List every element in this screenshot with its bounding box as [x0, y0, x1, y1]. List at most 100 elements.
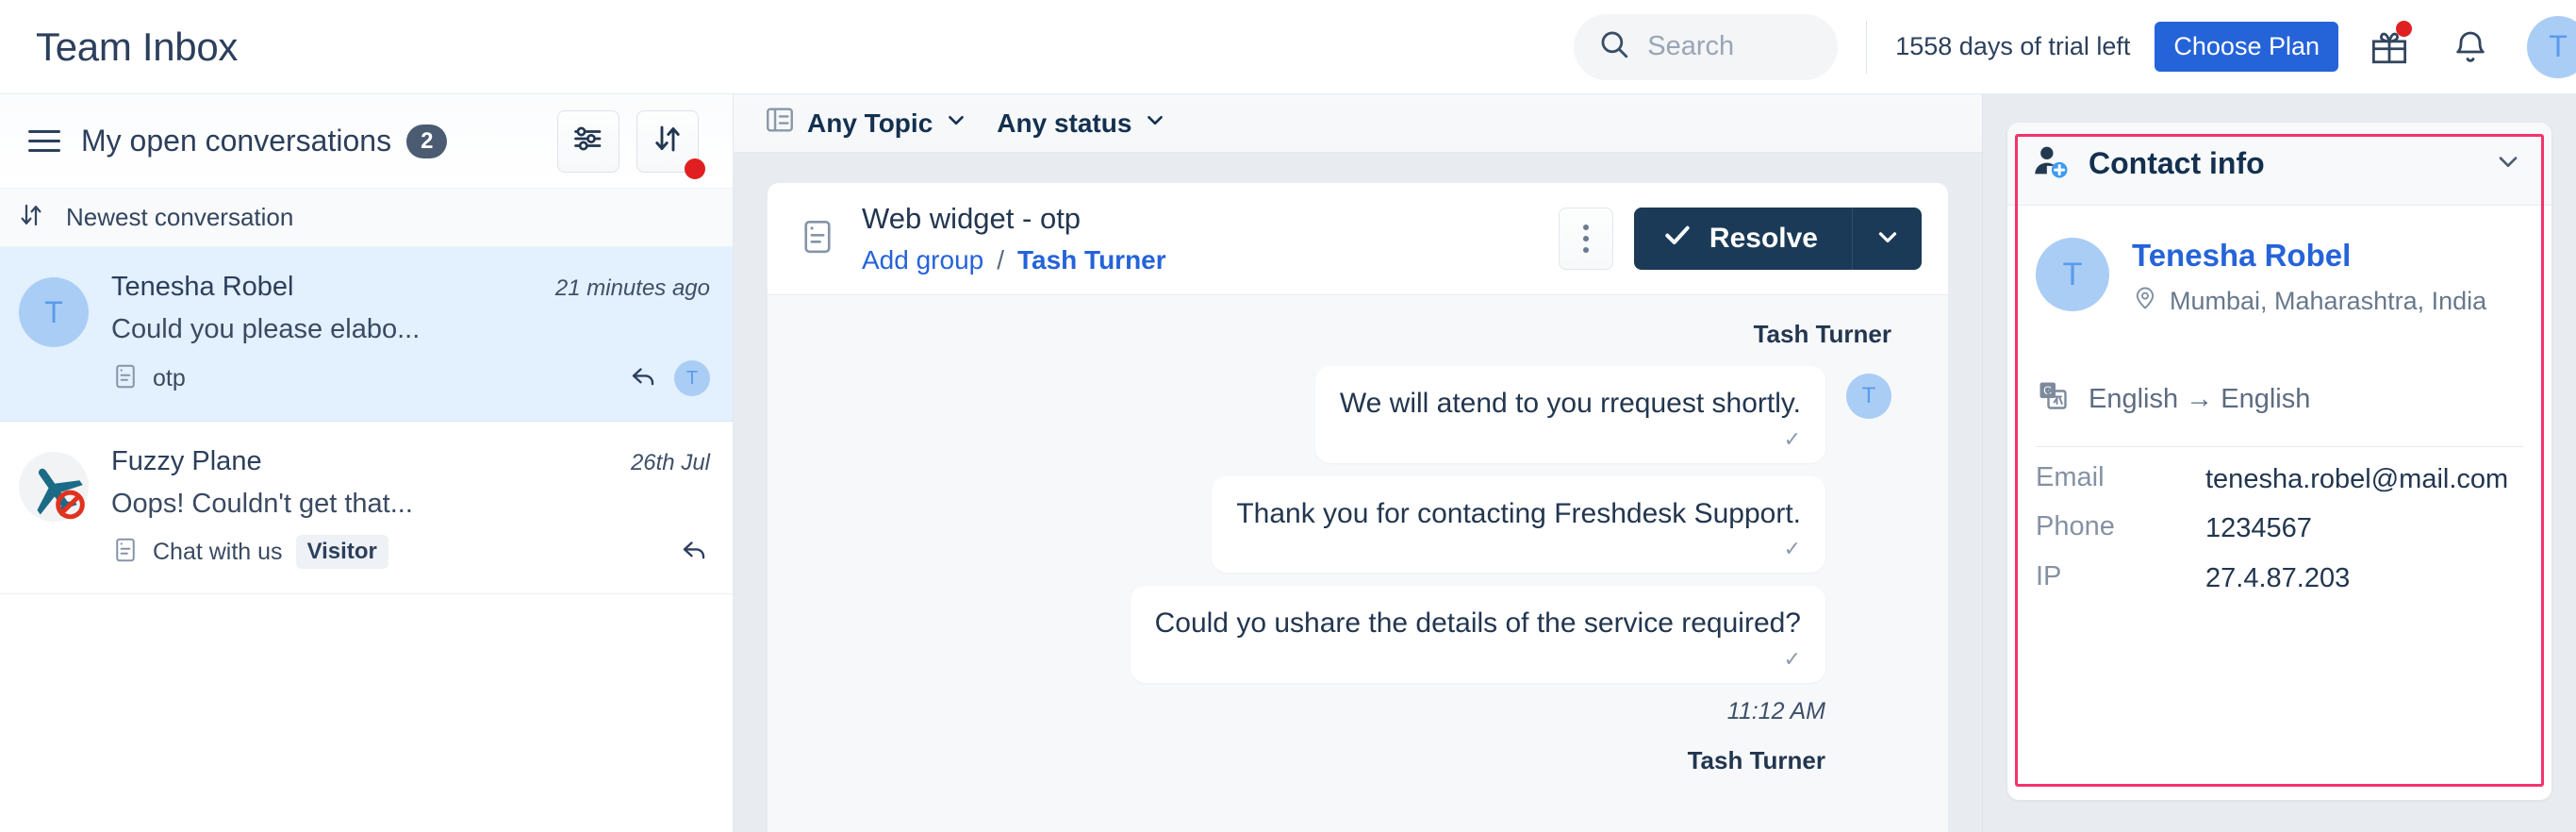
- reply-arrow-icon: [627, 362, 659, 395]
- contact-field-row: Email tenesha.robel@mail.com: [2007, 447, 2551, 496]
- filter-label: Any status: [997, 108, 1132, 138]
- conversation-panel: Web widget - otp Add group / Tash Turner: [768, 183, 1948, 832]
- message-text: We will atend to you rrequest shortly.: [1339, 388, 1801, 419]
- contact-name-link[interactable]: Tenesha Robel: [2132, 238, 2486, 274]
- language-row[interactable]: G English → English: [2007, 378, 2551, 420]
- message-author: Tash Turner: [1753, 320, 1891, 348]
- status-badge: Visitor: [295, 535, 388, 569]
- list-item[interactable]: T Tenesha Robel 21 minutes ago Could you…: [0, 247, 733, 422]
- user-avatar[interactable]: T: [2527, 15, 2576, 78]
- hamburger-menu-icon[interactable]: [28, 130, 60, 152]
- chevron-down-icon: [1874, 223, 1902, 256]
- delivered-check-icon: ✓: [1783, 646, 1801, 671]
- topic-icon: [764, 104, 796, 142]
- search-input[interactable]: Search: [1574, 13, 1839, 80]
- conversation-header-text: Web widget - otp Add group / Tash Turner: [862, 202, 1166, 275]
- sidebar-header: My open conversations 2: [0, 94, 733, 189]
- sidebar-title: My open conversations: [81, 124, 392, 158]
- contact-summary: T Tenesha Robel Mumbai, Maharashtra, Ind…: [2007, 206, 2551, 318]
- conversation-list: T Tenesha Robel 21 minutes ago Could you…: [0, 247, 733, 832]
- dot-icon: [1582, 236, 1589, 241]
- filter-button[interactable]: [557, 109, 619, 173]
- sort-button[interactable]: [636, 109, 705, 179]
- assignee-link[interactable]: Tash Turner: [1017, 245, 1166, 275]
- add-contact-icon: [2032, 142, 2070, 185]
- avatar: [19, 452, 89, 522]
- filter-any-status[interactable]: Any status: [997, 108, 1167, 139]
- field-value[interactable]: 27.4.87.203: [2205, 561, 2350, 595]
- sliders-icon: [571, 122, 605, 160]
- bell-icon[interactable]: [2440, 17, 2501, 77]
- contact-summary-text: Tenesha Robel Mumbai, Maharashtra, India: [2132, 238, 2486, 318]
- contact-name: Fuzzy Plane: [111, 446, 262, 476]
- avatar: T: [19, 277, 89, 347]
- filter-any-topic[interactable]: Any Topic: [764, 104, 968, 142]
- top-bar: Team Inbox Search 1558 days of trial lef…: [0, 0, 2576, 94]
- resolve-label: Resolve: [1709, 223, 1818, 254]
- message-bubble: Thank you for contacting Freshdesk Suppo…: [1212, 475, 1825, 573]
- message-bubbles: We will atend to you rrequest shortly. ✓…: [1130, 366, 1825, 683]
- trial-status-text: 1558 days of trial left: [1895, 32, 2131, 60]
- assignee-avatar: T: [674, 360, 710, 396]
- contact-field-row: IP 27.4.87.203: [2007, 546, 2551, 595]
- sidebar-action-buttons: [557, 109, 705, 179]
- contact-info-header[interactable]: Contact info: [2007, 123, 2551, 206]
- card-title: Contact info: [2089, 146, 2265, 180]
- message-author: Tash Turner: [1687, 745, 1825, 774]
- add-group-link[interactable]: Add group: [862, 245, 983, 275]
- delivered-check-icon: ✓: [1783, 537, 1801, 560]
- channel-label: Chat with us: [153, 538, 283, 565]
- sort-label: Newest conversation: [66, 203, 294, 231]
- sort-arrows-icon: [651, 122, 685, 160]
- plane-blocked-icon: [37, 468, 85, 520]
- page-title: Team Inbox: [36, 24, 239, 69]
- field-value[interactable]: tenesha.robel@mail.com: [2205, 462, 2508, 496]
- list-item[interactable]: Fuzzy Plane 26th Jul Oops! Couldn't get …: [0, 422, 733, 594]
- sort-indicator-row[interactable]: Newest conversation: [0, 189, 733, 247]
- message-timestamp: 11:12 AM: [1726, 697, 1825, 724]
- dot-icon: [1582, 247, 1589, 253]
- chevron-down-icon[interactable]: [2493, 146, 2523, 181]
- resolve-button[interactable]: Resolve: [1633, 208, 1852, 270]
- location-pin-icon: [2132, 285, 2158, 318]
- conversation-header-actions: Resolve: [1558, 208, 1922, 270]
- channel-label: otp: [153, 364, 186, 391]
- chevron-down-icon: [1143, 108, 1167, 139]
- translate-icon: G: [2036, 378, 2070, 420]
- breadcrumb-separator: /: [997, 245, 1004, 275]
- gift-icon[interactable]: [2359, 17, 2419, 77]
- reply-arrow-icon: [678, 536, 710, 569]
- sort-arrows-icon: [17, 201, 45, 234]
- delivered-check-icon: ✓: [1783, 426, 1801, 451]
- filter-label: Any Topic: [807, 108, 933, 138]
- sidebar-count-badge: 2: [406, 124, 448, 158]
- message-group: Tash Turner We will atend to you rreques…: [824, 320, 1891, 775]
- search-icon: [1598, 28, 1630, 65]
- chevron-down-icon: [944, 108, 968, 139]
- app-body: My open conversations 2 Newest conversat…: [0, 94, 2576, 832]
- conversation-header: Web widget - otp Add group / Tash Turner: [768, 183, 1948, 295]
- check-icon: [1662, 220, 1693, 258]
- avatar: T: [1846, 374, 1891, 419]
- conversation-sidebar: My open conversations 2 Newest conversat…: [0, 94, 734, 832]
- message-text: Thank you for contacting Freshdesk Suppo…: [1236, 497, 1801, 529]
- message-text: Could yo ushare the details of the servi…: [1154, 607, 1801, 639]
- document-icon: [111, 362, 140, 395]
- document-icon: [798, 217, 837, 261]
- message-preview: Oops! Couldn't get that...: [111, 489, 413, 519]
- contact-name: Tenesha Robel: [111, 272, 294, 302]
- message-bubble: We will atend to you rrequest shortly. ✓: [1314, 366, 1825, 463]
- document-icon: [111, 536, 140, 569]
- search-placeholder: Search: [1647, 31, 1735, 61]
- field-value[interactable]: 1234567: [2205, 511, 2312, 545]
- conversation-title: Web widget - otp: [862, 202, 1082, 235]
- message-thread: Tash Turner We will atend to you rreques…: [768, 295, 1948, 832]
- avatar: T: [2036, 238, 2109, 311]
- resolve-dropdown-button[interactable]: [1852, 208, 1922, 270]
- contact-location: Mumbai, Maharashtra, India: [2132, 285, 2486, 318]
- more-options-button[interactable]: [1558, 208, 1613, 270]
- language-pair: English → English: [2089, 383, 2311, 414]
- field-label: Email: [2036, 462, 2105, 492]
- timestamp: 26th Jul: [630, 450, 710, 475]
- choose-plan-button[interactable]: Choose Plan: [2155, 22, 2338, 72]
